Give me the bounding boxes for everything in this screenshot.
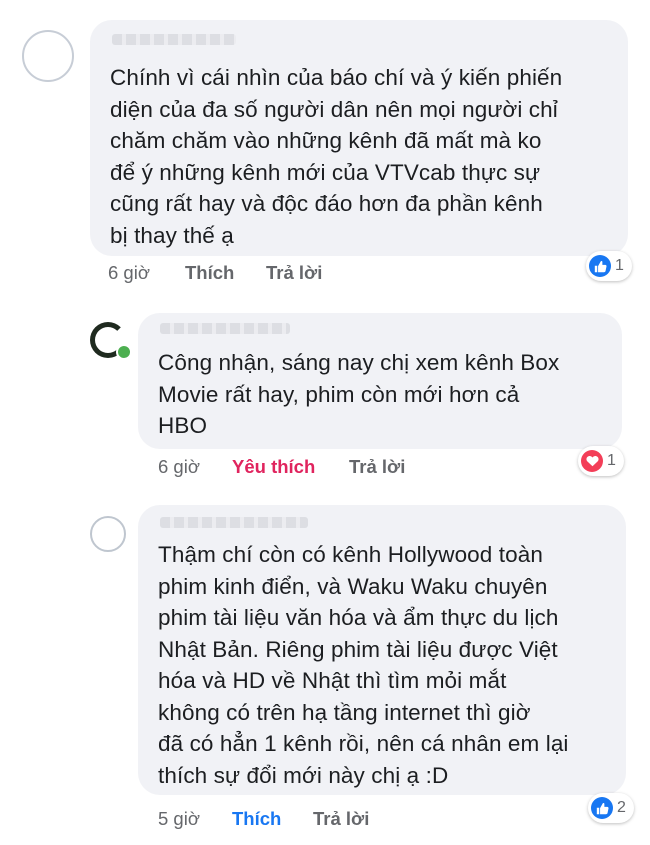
reaction-summary[interactable]: 1	[578, 446, 624, 476]
love-button[interactable]: Yêu thích	[232, 456, 315, 478]
timestamp[interactable]: 6 giờ	[108, 262, 150, 284]
avatar[interactable]	[90, 516, 126, 552]
reply-button[interactable]: Trả lời	[313, 808, 369, 830]
like-button[interactable]: Thích	[185, 262, 234, 284]
reaction-count: 1	[607, 452, 616, 469]
heart-icon	[581, 450, 603, 472]
reply-button[interactable]: Trả lời	[349, 456, 405, 478]
comment-bubble: Chính vì cái nhìn của báo chí và ý kiến …	[90, 20, 628, 256]
reaction-summary[interactable]: 2	[588, 793, 634, 823]
online-status-icon	[116, 344, 132, 360]
timestamp[interactable]: 5 giờ	[158, 808, 200, 830]
reaction-count: 1	[615, 257, 624, 274]
comment-bubble: Thậm chí còn có kênh Hollywood toàn phim…	[138, 505, 626, 795]
like-button[interactable]: Thích	[232, 808, 281, 830]
like-icon	[589, 255, 611, 277]
author-name-redacted[interactable]	[112, 34, 236, 45]
reaction-count: 2	[617, 799, 626, 816]
author-name-redacted[interactable]	[160, 323, 290, 334]
comment-bubble: Công nhận, sáng nay chị xem kênh Box Mov…	[138, 313, 622, 449]
comment-text: Chính vì cái nhìn của báo chí và ý kiến …	[110, 65, 563, 248]
like-icon	[591, 797, 613, 819]
avatar[interactable]	[22, 30, 74, 82]
reaction-summary[interactable]: 1	[586, 251, 632, 281]
comment-text: Thậm chí còn có kênh Hollywood toàn phim…	[158, 542, 569, 788]
comment-text: Công nhận, sáng nay chị xem kênh Box Mov…	[158, 350, 560, 438]
reply-button[interactable]: Trả lời	[266, 262, 322, 284]
author-name-redacted[interactable]	[160, 517, 308, 528]
timestamp[interactable]: 6 giờ	[158, 456, 200, 478]
